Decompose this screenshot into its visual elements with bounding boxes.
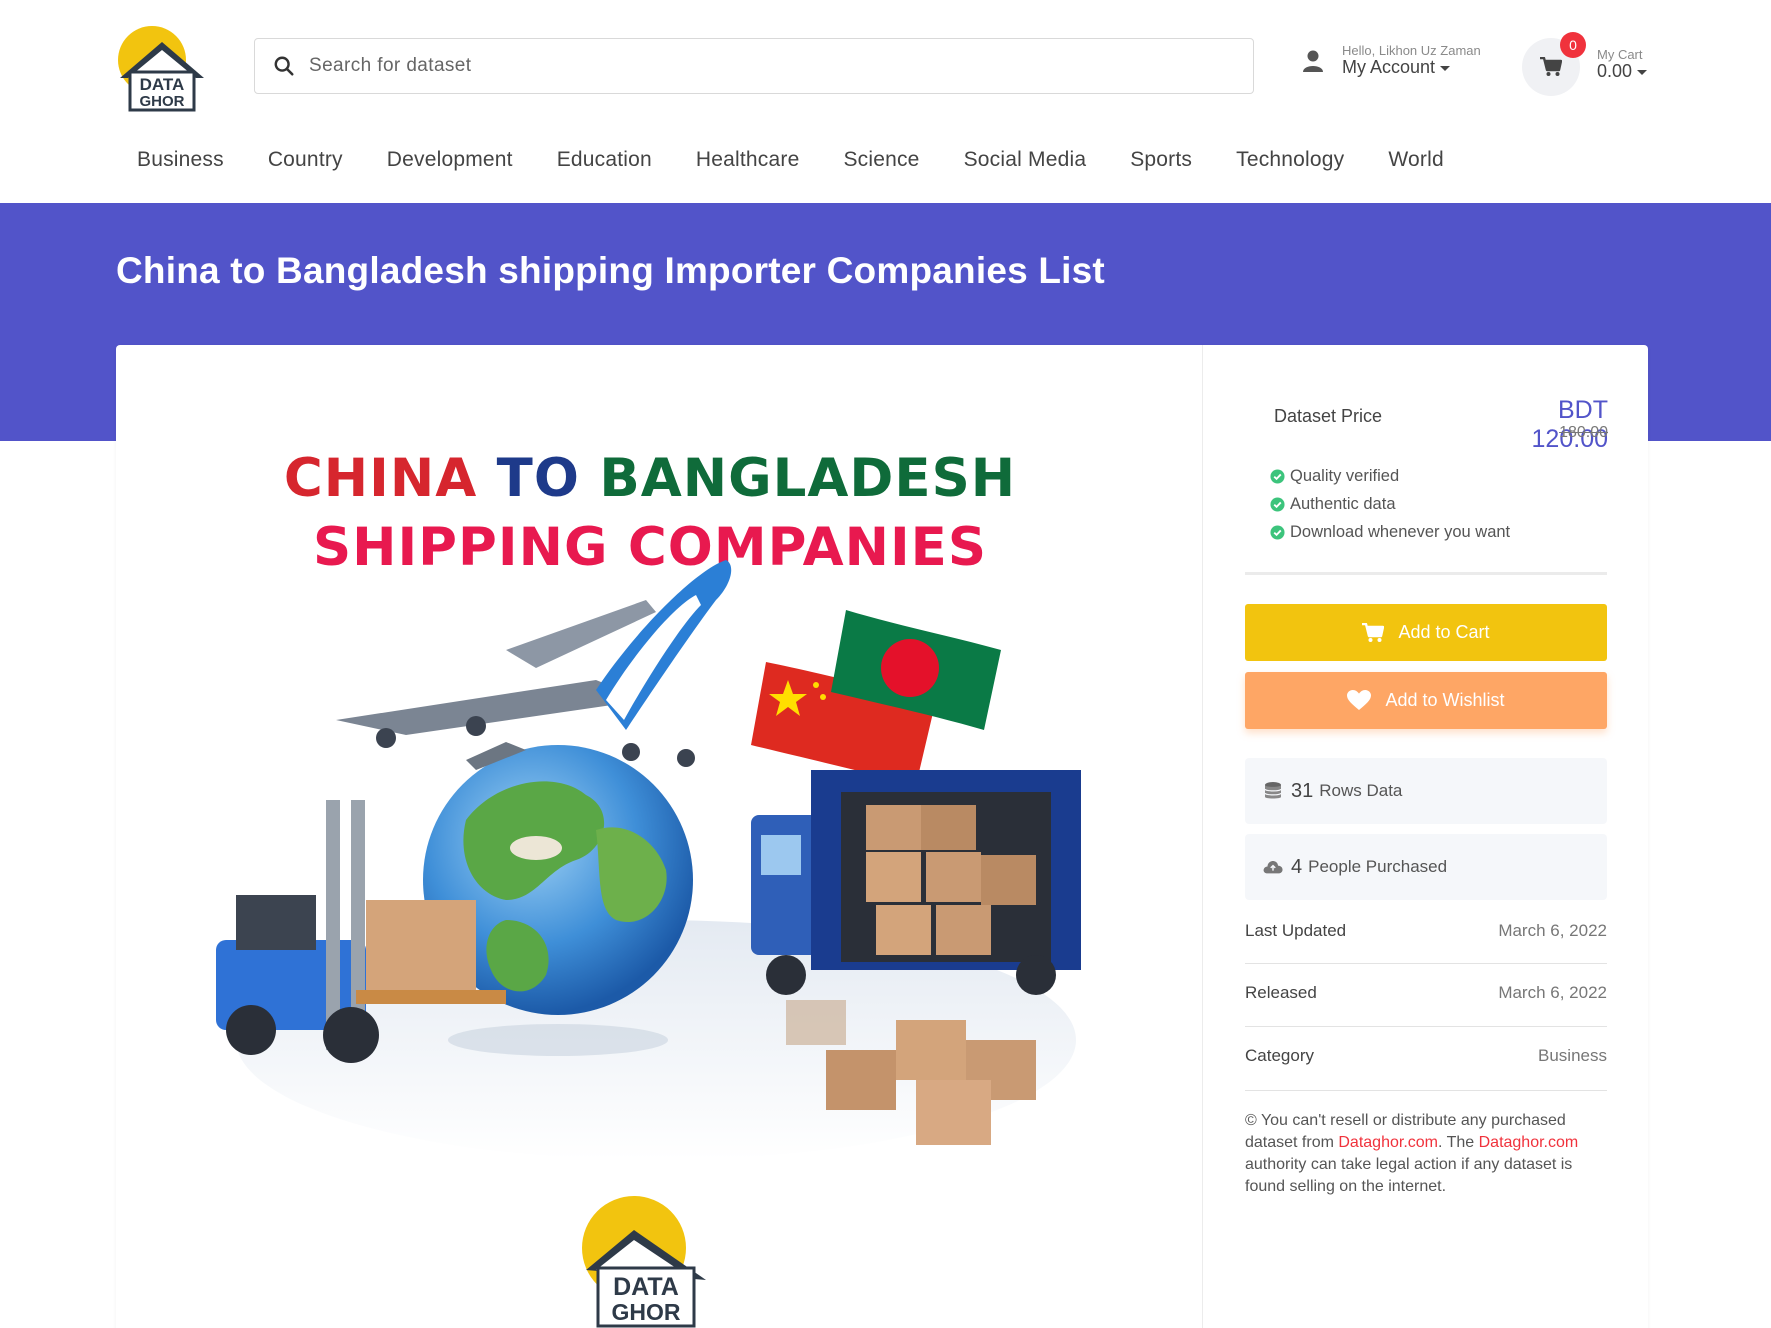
add-to-cart-label: Add to Cart	[1398, 622, 1490, 642]
meta-key: Released	[1245, 983, 1317, 1002]
resale-notice: © You can't resell or distribute any pur…	[1245, 1110, 1609, 1198]
hero-word-to: TO	[497, 448, 580, 509]
hero-line-2: SHIPPING COMPANIES	[313, 517, 987, 578]
cart-icon	[1540, 57, 1562, 76]
nav-item-social-media[interactable]: Social Media	[964, 148, 1087, 172]
heart-icon	[1347, 690, 1372, 710]
cart-amount: 0.00	[1597, 61, 1633, 82]
column-divider	[1202, 345, 1203, 1328]
meta-divider	[1245, 1090, 1607, 1091]
account-menu[interactable]: Hello, Likhon Uz Zaman My Account	[1302, 43, 1481, 78]
purchased-label: People Purchased	[1308, 857, 1448, 876]
nav-item-science[interactable]: Science	[843, 148, 919, 172]
section-divider	[1245, 572, 1607, 575]
dataghor-link[interactable]: Dataghor.com	[1479, 1134, 1579, 1151]
check-circle-icon	[1270, 468, 1285, 484]
account-greeting: Hello, Likhon Uz Zaman	[1342, 43, 1481, 58]
purchased-count: 4	[1291, 855, 1303, 878]
feature-label: Download whenever you want	[1290, 522, 1511, 541]
search-input[interactable]	[309, 55, 1209, 77]
nav-item-healthcare[interactable]: Healthcare	[696, 148, 800, 172]
chevron-down-icon	[1440, 66, 1451, 72]
site-header: DATA GHOR Hello, Likhon Uz Zaman My Acco…	[0, 0, 1771, 203]
meta-divider	[1245, 1026, 1607, 1027]
logo-text-bottom: GHOR	[140, 93, 185, 110]
old-price-value: 180.00	[1559, 424, 1608, 441]
meta-row-last-updated: Last Updated March 6, 2022	[1245, 921, 1607, 941]
nav-item-technology[interactable]: Technology	[1236, 148, 1344, 172]
meta-key: Last Updated	[1245, 921, 1347, 940]
feature-list: Quality verified Authentic data Download…	[1270, 462, 1510, 546]
add-to-cart-button[interactable]: Add to Cart	[1245, 604, 1607, 661]
rows-count: 31	[1291, 779, 1314, 802]
rows-label: Rows Data	[1319, 781, 1403, 800]
notice-text: authority can take legal action if any d…	[1245, 1156, 1573, 1195]
price-label: Dataset Price	[1274, 406, 1383, 426]
nav-item-development[interactable]: Development	[387, 148, 513, 172]
chevron-down-icon	[1637, 70, 1648, 76]
cloud-icon	[1263, 861, 1283, 874]
feature-label: Authentic data	[1290, 494, 1396, 513]
meta-key: Category	[1245, 1046, 1314, 1065]
add-to-wishlist-button[interactable]: Add to Wishlist	[1245, 672, 1607, 729]
meta-value[interactable]: Business	[1538, 1046, 1607, 1066]
account-label[interactable]: My Account	[1342, 57, 1435, 77]
dataghor-logo[interactable]: DATA GHOR	[114, 24, 210, 112]
search-icon	[274, 56, 294, 76]
nav-item-business[interactable]: Business	[137, 148, 224, 172]
watermark-text-top: DATA	[613, 1273, 679, 1301]
meta-row-category: Category Business	[1245, 1046, 1607, 1066]
add-to-wishlist-label: Add to Wishlist	[1385, 690, 1505, 710]
check-circle-icon	[1270, 496, 1285, 512]
feature-item: Download whenever you want	[1270, 518, 1510, 546]
meta-value: March 6, 2022	[1498, 983, 1607, 1002]
meta-row-released: Released March 6, 2022	[1245, 983, 1607, 1003]
svg-text:CHINA TO BANGLADESH: CHINA TO BANGLADESH	[284, 448, 1016, 509]
database-icon	[1264, 782, 1282, 799]
meta-value: March 6, 2022	[1498, 921, 1607, 940]
cart-summary[interactable]: My Cart 0.00	[1597, 47, 1648, 82]
meta-divider	[1245, 963, 1607, 964]
check-circle-icon	[1270, 524, 1285, 540]
cart-icon	[1362, 622, 1385, 642]
notice-text: . The	[1437, 1134, 1479, 1151]
nav-item-world[interactable]: World	[1388, 148, 1443, 172]
feature-item: Quality verified	[1270, 462, 1510, 490]
dataghor-link[interactable]: Dataghor.com	[1338, 1134, 1438, 1151]
watermark-text-bottom: GHOR	[612, 1299, 681, 1325]
cart-count-badge: 0	[1560, 32, 1586, 58]
hero-word-china: CHINA	[284, 448, 477, 509]
page-title: China to Bangladesh shipping Importer Co…	[116, 250, 1105, 291]
hero-word-bangladesh: BANGLADESH	[599, 448, 1016, 509]
purchased-stat: 4 People Purchased	[1245, 834, 1607, 900]
feature-label: Quality verified	[1290, 466, 1400, 485]
cart-label: My Cart	[1597, 47, 1643, 62]
nav-item-education[interactable]: Education	[557, 148, 652, 172]
airplane-illustration	[336, 560, 732, 770]
user-icon	[1303, 50, 1323, 73]
nav-item-country[interactable]: Country	[268, 148, 343, 172]
rows-data-stat: 31 Rows Data	[1245, 758, 1607, 824]
logo-text-top: DATA	[140, 75, 185, 94]
dataghor-watermark-logo: DATA GHOR	[582, 1196, 706, 1328]
nav-item-sports[interactable]: Sports	[1130, 148, 1192, 172]
search-bar[interactable]	[254, 38, 1254, 94]
dataset-cover-image: CHINA TO BANGLADESH SHIPPING COMPANIES D…	[216, 448, 1081, 1328]
feature-item: Authentic data	[1270, 490, 1510, 518]
category-nav: Business Country Development Education H…	[137, 148, 1488, 172]
